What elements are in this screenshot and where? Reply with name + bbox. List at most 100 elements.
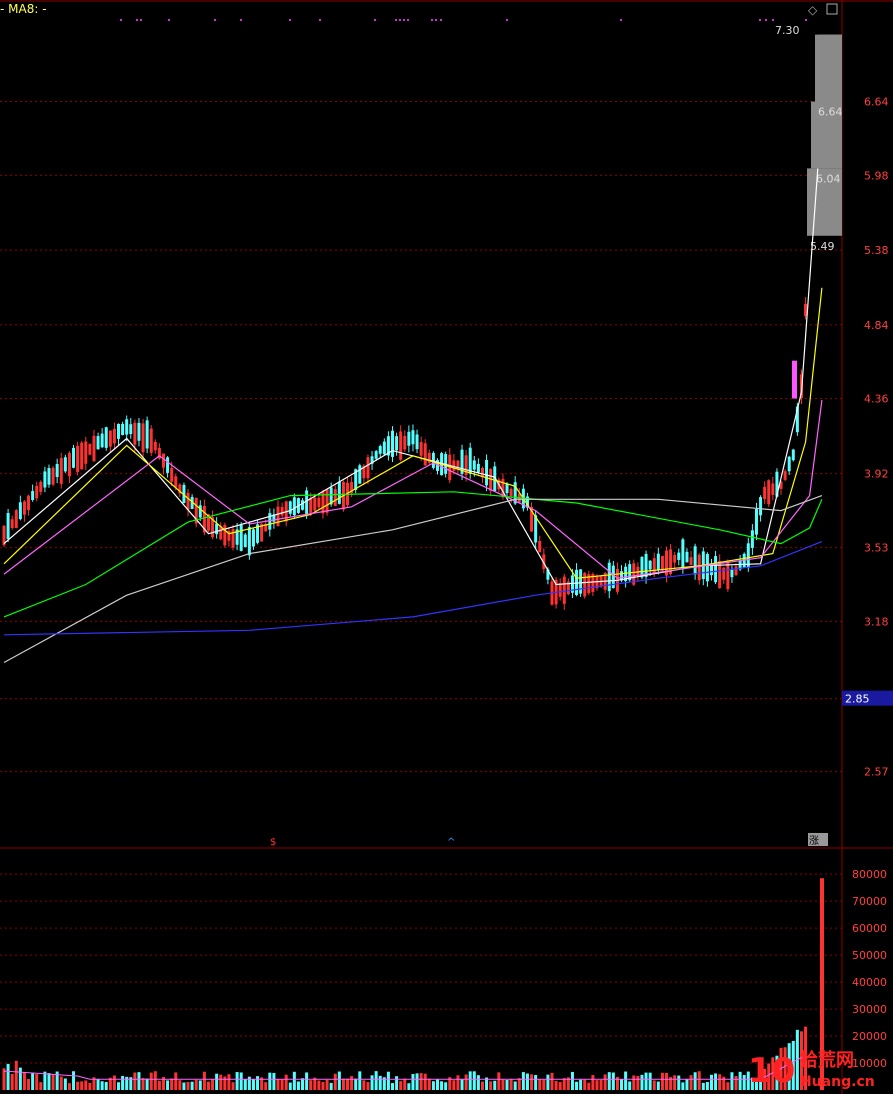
event-dot [403,19,405,21]
candle-body [309,497,313,513]
volume-tick-label: 50000 [852,949,887,962]
volume-bar [513,1081,517,1090]
volume-bar [427,1078,431,1090]
candle-body [452,460,456,471]
volume-bar [112,1075,116,1090]
volume-bar [186,1081,190,1090]
event-dot [395,19,397,21]
event-dot [765,19,767,21]
volume-bar [652,1080,656,1090]
volume-bar [202,1071,206,1090]
volume-tick-label: 30000 [852,1003,887,1016]
candle-body [76,445,80,473]
candle-body [395,436,399,451]
volume-bar [697,1071,701,1090]
volume-bar [288,1082,292,1090]
volume-bar [153,1071,157,1090]
volume-bar [141,1077,145,1090]
candle-body [117,423,121,439]
volume-bar [419,1073,423,1090]
volume-bar [452,1080,456,1090]
event-marker-caret: ^ [447,837,455,848]
volume-bar [386,1071,390,1090]
volume-bar [603,1074,607,1090]
volume-bar [407,1083,411,1090]
candle-body [149,428,153,453]
candle-body [579,569,583,594]
volume-bar [39,1082,43,1090]
volume-bar [10,1073,14,1090]
candle-body [325,489,329,513]
volume-bar [76,1081,80,1090]
price-tick-label: 3.53 [864,542,889,555]
volume-bar [431,1081,435,1090]
volume-bar [677,1075,681,1090]
volume-bar [84,1080,88,1090]
candle-body [51,467,55,485]
volume-bar [137,1072,141,1090]
volume-bar [472,1071,476,1090]
event-dot [407,19,409,21]
volume-bar [525,1073,529,1090]
volume-bar [182,1082,186,1090]
stock-chart[interactable]: 6.64 5.98 5.38 4.84 4.36 3.92 3.53 3.18 2.85 2.57… [0,0,893,1094]
event-marker-dollar: $ [270,837,276,848]
volume-bar [366,1082,370,1090]
volume-bar [231,1082,235,1090]
candle-body [247,527,251,556]
volume-tick-label: 40000 [852,976,887,989]
candle-body [72,447,76,468]
candle-body [161,453,165,468]
candle-body [562,576,566,604]
volume-bar [211,1078,215,1090]
volume-bar [673,1075,677,1090]
candle-body [677,552,681,560]
volume-bar [378,1075,382,1090]
price-tick-label: 3.18 [864,615,889,628]
volume-bar [227,1074,231,1090]
candle-body [419,442,423,456]
candle-body [18,502,22,520]
candle-body [607,562,611,592]
volume-bar [341,1078,345,1090]
volume-bar [272,1072,276,1090]
volume-bar [51,1074,55,1090]
candle-body [407,431,411,446]
volume-bar [468,1071,472,1090]
volume-bar [411,1074,415,1090]
volume-bar [701,1082,705,1090]
volume-bar [644,1072,648,1090]
volume-bar [80,1081,84,1090]
left-mark: - [0,2,5,16]
candle-body [697,554,701,581]
volume-bar [660,1072,664,1090]
candle-body [783,471,787,480]
volume-bar [632,1075,636,1090]
volume-bar [693,1072,697,1090]
volume-bar [480,1081,484,1090]
volume-bar [325,1079,329,1090]
ma8-label: MA8: [8,2,39,16]
volume-bar [157,1080,161,1090]
event-dot [374,19,376,21]
volume-bar [554,1081,558,1090]
volume-bar [27,1078,31,1090]
candle-body [215,523,219,535]
volume-bar [346,1078,350,1090]
candle-body [243,534,247,548]
volume-bar [738,1071,742,1090]
volume-bar [284,1074,288,1090]
volume-bar [628,1081,632,1090]
candle-body [198,505,202,518]
volume-bar [734,1075,738,1090]
candle-body [22,501,26,515]
candle-body [153,441,157,451]
volume-bar [579,1079,583,1090]
volume-bar [620,1079,624,1090]
volume-bar [329,1082,333,1090]
volume-bar [67,1083,71,1090]
candle-body [583,572,587,597]
volume-bar [665,1072,669,1090]
volume-bar [689,1075,693,1090]
candle-body [771,483,775,495]
